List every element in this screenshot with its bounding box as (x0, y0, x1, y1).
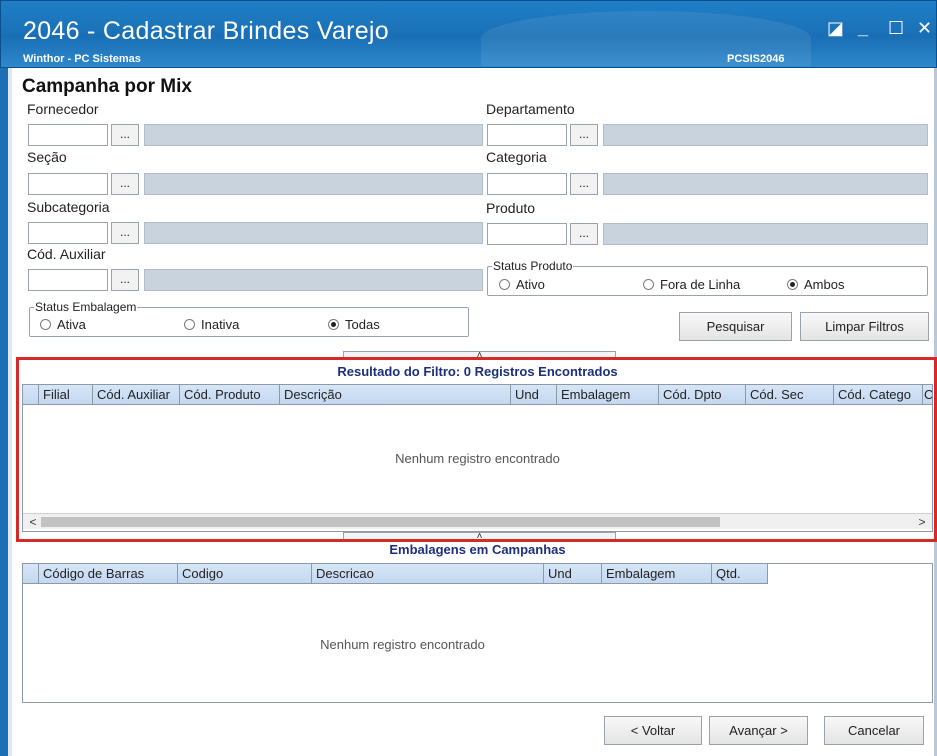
secao-description-field (144, 173, 483, 195)
restore-icon[interactable]: ◪ (827, 19, 844, 37)
radio-label: Todas (345, 317, 380, 332)
window-title: 2046 - Cadastrar Brindes Varejo (23, 17, 389, 45)
radio-label: Fora de Linha (660, 277, 741, 292)
column-header-descricao[interactable]: Descrição (280, 385, 511, 405)
minimize-icon[interactable]: _ (858, 19, 868, 37)
categoria-lookup-button[interactable]: ... (570, 173, 598, 195)
produto-lookup-button[interactable]: ... (570, 223, 598, 245)
package-grid[interactable]: Código de Barras Codigo Descricao Und Em… (22, 563, 933, 703)
status-produto-ambos-radio[interactable]: Ambos (787, 277, 844, 292)
status-embalagem-ativa-radio[interactable]: Ativa (40, 317, 86, 332)
maximize-icon[interactable]: ☐ (888, 19, 904, 37)
program-code: PCSIS2046 (727, 53, 785, 65)
row-indicator-header (23, 564, 39, 584)
status-embalagem-todas-radio[interactable]: Todas (328, 317, 380, 332)
radio-label: Ambos (804, 277, 845, 292)
pesquisar-button[interactable]: Pesquisar (679, 312, 792, 341)
fornecedor-code-input[interactable] (28, 124, 108, 146)
subcategoria-label: Subcategoria (27, 199, 110, 215)
panel-splitter[interactable]: ˄ (343, 351, 616, 361)
column-header-descricao[interactable]: Descricao (312, 564, 544, 584)
column-header-und[interactable]: Und (511, 385, 557, 405)
window-left-border (0, 68, 12, 756)
status-produto-fora-de-linha-radio[interactable]: Fora de Linha (643, 277, 740, 292)
cod-auxiliar-lookup-button[interactable]: ... (111, 269, 139, 291)
departamento-label: Departamento (486, 101, 575, 117)
title-bar: 2046 - Cadastrar Brindes Varejo Winthor … (0, 0, 937, 68)
column-header-embalagem[interactable]: Embalagem (602, 564, 712, 584)
package-grid-header: Código de Barras Codigo Descricao Und Em… (23, 564, 768, 584)
status-produto-legend: Status Produto (493, 259, 573, 273)
produto-code-input[interactable] (487, 223, 567, 245)
column-header-cod-dpto[interactable]: Cód. Dpto (659, 385, 746, 405)
column-header-cod-categoria[interactable]: Cód. Catego (834, 385, 923, 405)
produto-label: Produto (486, 200, 536, 216)
scroll-left-icon[interactable]: < (25, 514, 41, 530)
column-header-und[interactable]: Und (544, 564, 602, 584)
status-produto-ativo-radio[interactable]: Ativo (499, 277, 545, 292)
cod-auxiliar-description-field (144, 269, 483, 291)
result-grid[interactable]: Filial Cód. Auxiliar Cód. Produto Descri… (22, 384, 933, 532)
column-header-cut-off[interactable]: C (923, 385, 932, 405)
column-header-cod-produto[interactable]: Cód. Produto (180, 385, 280, 405)
cod-auxiliar-code-input[interactable] (28, 269, 108, 291)
radio-icon (499, 279, 510, 290)
page-title: Campanha por Mix (22, 76, 192, 97)
cod-auxiliar-label: Cód. Auxiliar (27, 246, 106, 262)
window-subtitle: Winthor - PC Sistemas (23, 53, 141, 65)
radio-label: Inativa (201, 317, 240, 332)
avancar-button[interactable]: Avançar > (709, 716, 808, 745)
column-header-qtd[interactable]: Qtd. (712, 564, 768, 584)
fornecedor-label: Fornecedor (27, 101, 99, 117)
column-header-filial[interactable]: Filial (39, 385, 93, 405)
panel-splitter-lower[interactable]: ˄ (343, 532, 616, 542)
subcategoria-lookup-button[interactable]: ... (111, 222, 139, 244)
scroll-right-icon[interactable]: > (914, 514, 930, 530)
result-grid-title: Resultado do Filtro: 0 Registros Encontr… (337, 364, 618, 379)
produto-description-field (603, 223, 928, 245)
result-grid-empty-message: Nenhum registro encontrado (395, 451, 560, 466)
scrollbar-thumb[interactable] (41, 517, 720, 527)
column-header-cod-sec[interactable]: Cód. Sec (746, 385, 834, 405)
fornecedor-lookup-button[interactable]: ... (111, 124, 139, 146)
limpar-filtros-button[interactable]: Limpar Filtros (800, 312, 929, 341)
cancelar-button[interactable]: Cancelar (824, 716, 924, 745)
status-embalagem-legend: Status Embalagem (35, 300, 137, 314)
subcategoria-code-input[interactable] (28, 222, 108, 244)
column-header-codigo-de-barras[interactable]: Código de Barras (39, 564, 178, 584)
radio-selected-icon (787, 279, 798, 290)
secao-label: Seção (27, 149, 67, 165)
voltar-button[interactable]: < Voltar (604, 716, 702, 745)
departamento-code-input[interactable] (487, 124, 567, 146)
radio-icon (40, 319, 51, 330)
subcategoria-description-field (144, 222, 483, 244)
radio-selected-icon (328, 319, 339, 330)
row-indicator-header (23, 385, 39, 405)
column-header-cod-auxiliar[interactable]: Cód. Auxiliar (93, 385, 180, 405)
departamento-description-field (603, 124, 928, 146)
categoria-label: Categoria (486, 149, 547, 165)
column-header-codigo[interactable]: Codigo (178, 564, 312, 584)
result-grid-header: Filial Cód. Auxiliar Cód. Produto Descri… (23, 385, 932, 405)
package-grid-empty-message: Nenhum registro encontrado (320, 637, 485, 652)
package-grid-title: Embalagens em Campanhas (389, 542, 566, 557)
result-grid-horizontal-scrollbar[interactable]: < > (23, 513, 932, 529)
column-header-embalagem[interactable]: Embalagem (557, 385, 659, 405)
status-embalagem-group: Status Embalagem (29, 300, 469, 337)
fornecedor-description-field (144, 124, 483, 146)
secao-lookup-button[interactable]: ... (111, 173, 139, 195)
categoria-description-field (603, 173, 928, 195)
secao-code-input[interactable] (28, 173, 108, 195)
radio-label: Ativo (516, 277, 545, 292)
radio-icon (643, 279, 654, 290)
close-icon[interactable]: ✕ (917, 19, 932, 37)
categoria-code-input[interactable] (487, 173, 567, 195)
status-embalagem-inativa-radio[interactable]: Inativa (184, 317, 239, 332)
departamento-lookup-button[interactable]: ... (570, 124, 598, 146)
radio-icon (184, 319, 195, 330)
radio-label: Ativa (57, 317, 86, 332)
